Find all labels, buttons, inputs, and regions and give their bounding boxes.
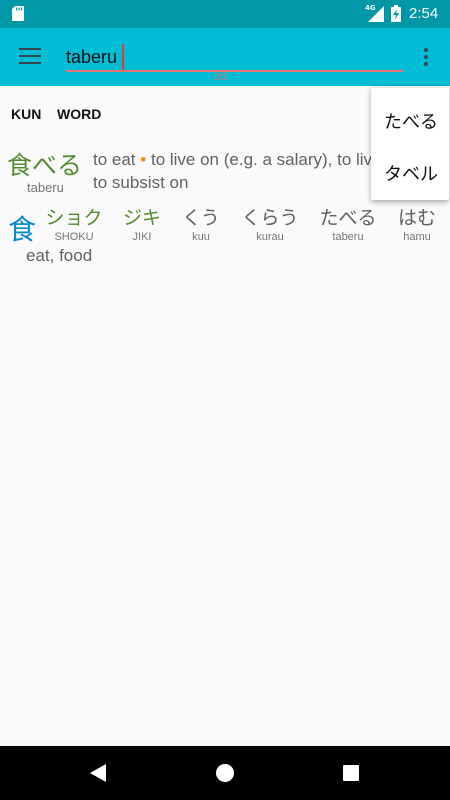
kanji-meaning: eat, food xyxy=(26,246,93,265)
separator-dot: • xyxy=(140,150,151,169)
kun-reading-3: たべる taberu xyxy=(318,206,378,244)
kun-reading-4: はむ hamu xyxy=(396,206,438,244)
suggestion-popup: たべる タベル xyxy=(371,88,449,200)
reading-kana: くらう xyxy=(241,207,299,229)
reading-romaji: SHOKU xyxy=(54,231,94,243)
meaning-1: to eat xyxy=(93,150,136,169)
reading-kana: くう xyxy=(182,207,220,229)
sd-card-icon xyxy=(12,6,24,21)
tab-word[interactable]: WORD xyxy=(57,106,101,122)
back-icon[interactable] xyxy=(90,764,106,782)
reading-romaji: kurau xyxy=(256,231,284,243)
kanji-character: 食 xyxy=(8,213,37,246)
reading-kana: ジキ xyxy=(122,207,161,229)
more-vert-icon[interactable] xyxy=(423,48,429,66)
battery-charging-icon xyxy=(391,5,401,22)
kanji-entry[interactable]: 食 ショク SHOKU ジキ JIKI くう kuu くらう kurau たべる… xyxy=(0,200,450,280)
suggestion-hiragana[interactable]: たべる xyxy=(384,108,438,134)
kun-reading-2: くらう kurau xyxy=(240,206,300,244)
network-type: 4G xyxy=(365,4,376,12)
text-caret xyxy=(122,44,124,70)
reading-kana: ショク xyxy=(45,207,103,229)
kun-reading-1: くう kuu xyxy=(180,206,222,244)
reading-kana: はむ xyxy=(397,207,436,229)
reading-romaji: taberu xyxy=(332,231,364,243)
reading-romaji: JIKI xyxy=(132,231,152,243)
character-counter: 2/2 xyxy=(214,72,228,83)
on-reading-2: ジキ JIKI xyxy=(118,206,166,244)
reading-romaji: hamu xyxy=(403,231,431,243)
home-icon[interactable] xyxy=(216,764,234,782)
word-romaji: taberu xyxy=(27,180,64,195)
hamburger-menu-icon[interactable] xyxy=(19,48,41,64)
reading-kana: たべる xyxy=(319,207,377,229)
clock: 2:54 xyxy=(409,5,439,22)
tab-kun[interactable]: KUN xyxy=(11,106,41,122)
word-kanji: 食べる xyxy=(7,151,83,180)
search-input[interactable] xyxy=(66,44,403,72)
on-reading-1: ショク SHOKU xyxy=(44,206,104,244)
status-bar: 4G 2:54 xyxy=(0,0,450,28)
reading-romaji: kuu xyxy=(192,231,210,243)
app-bar: 2/2 xyxy=(0,28,450,86)
navigation-bar xyxy=(0,746,450,800)
recents-icon[interactable] xyxy=(343,765,359,781)
suggestion-katakana[interactable]: タベル xyxy=(384,160,438,186)
